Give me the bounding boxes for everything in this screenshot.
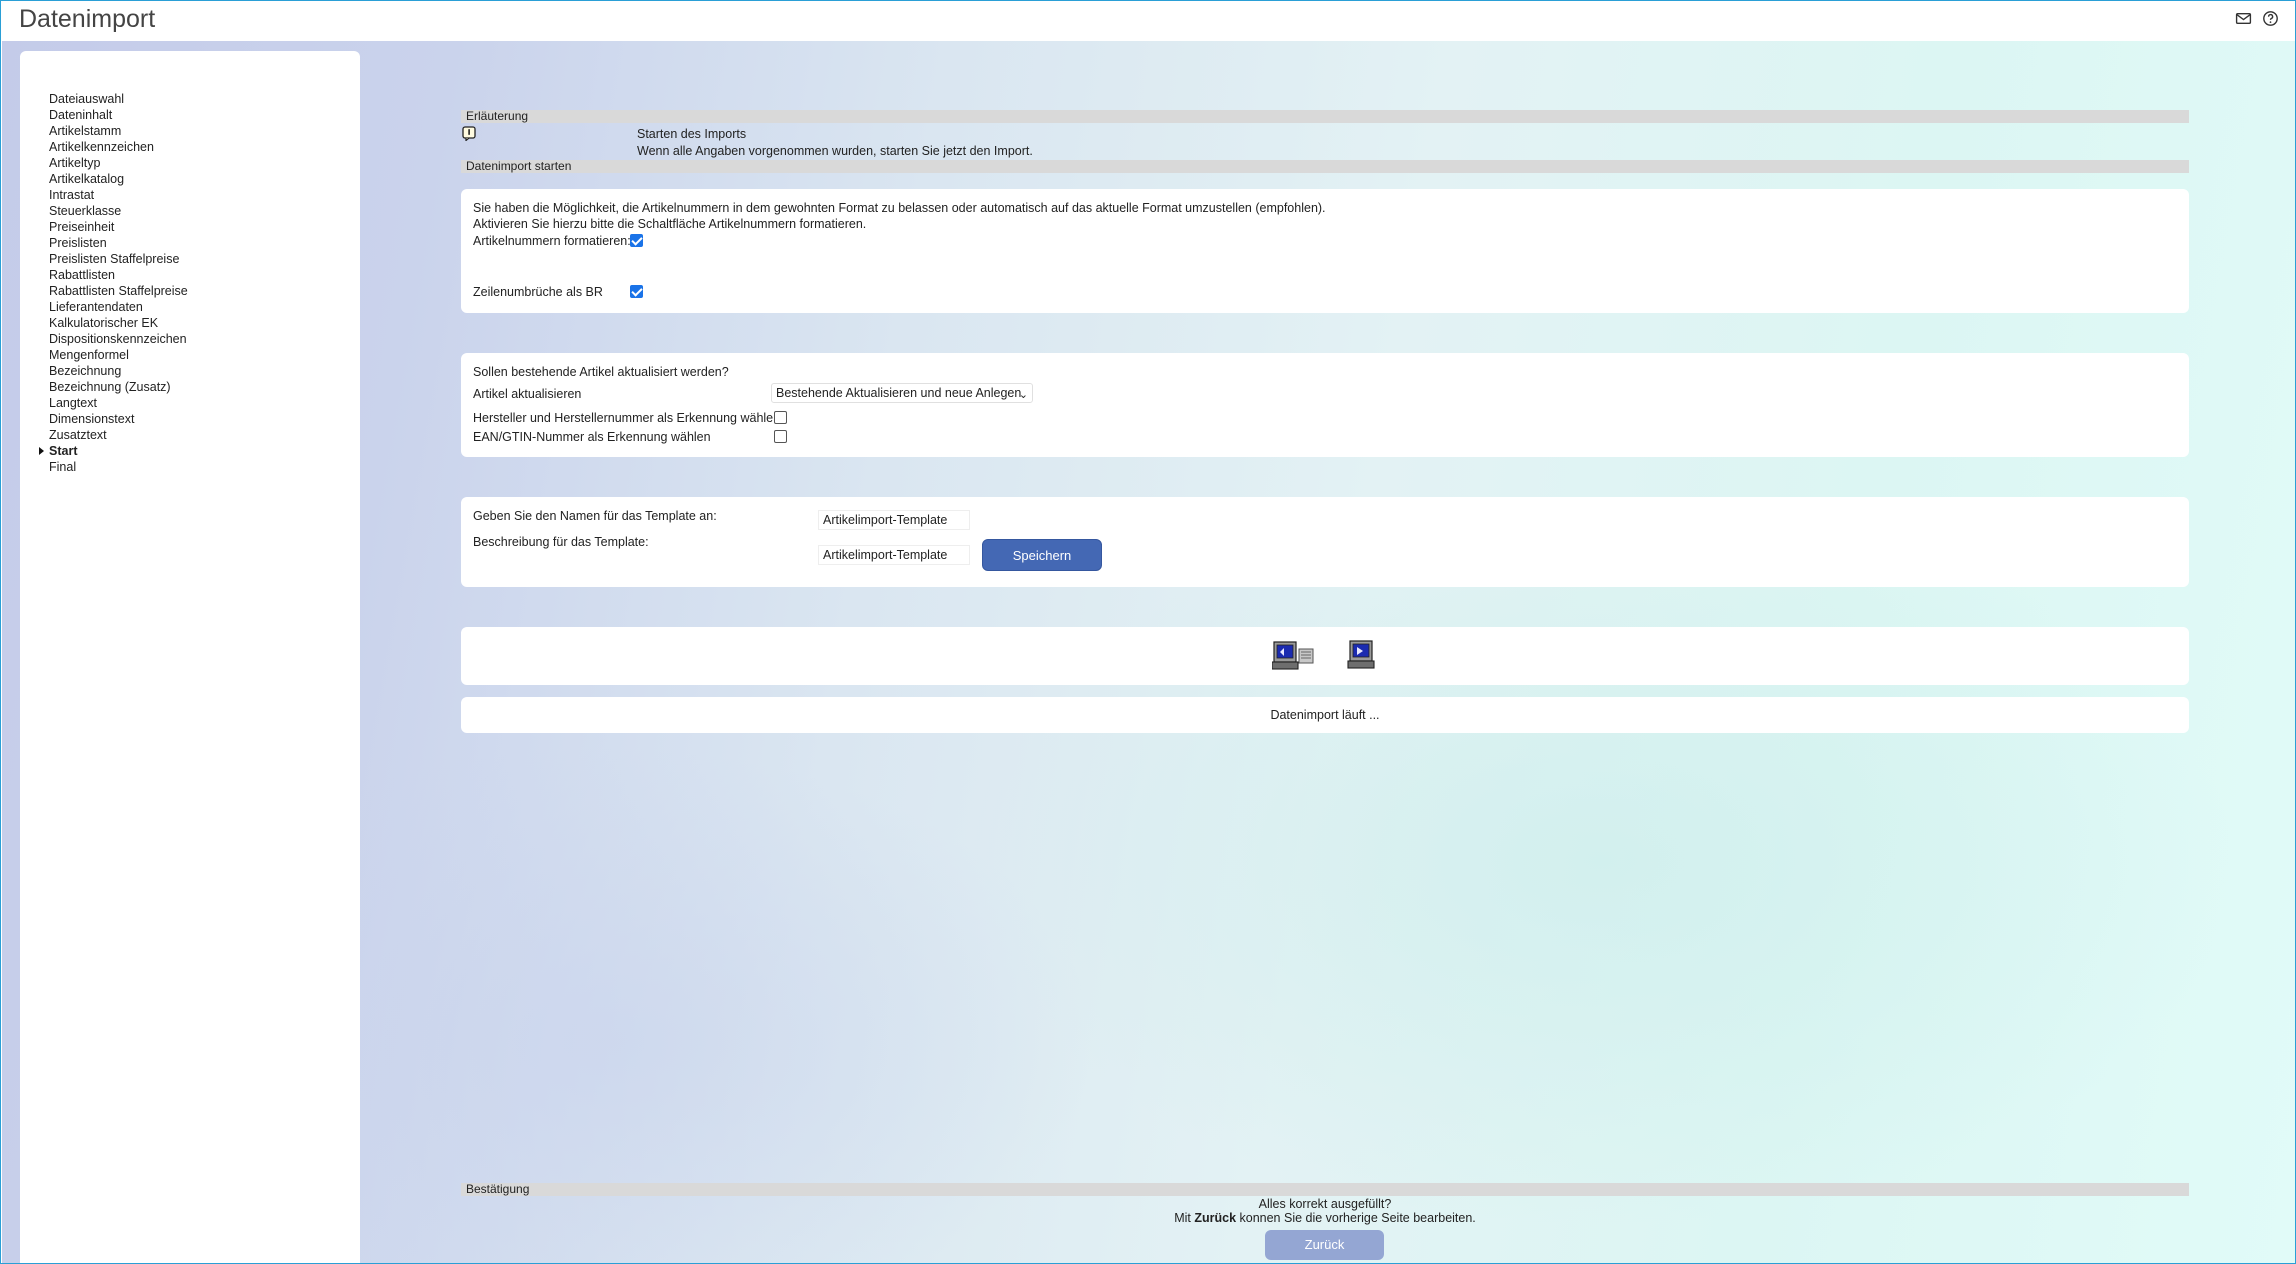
linebreak-br-checkbox[interactable] [630,285,643,298]
sidebar-item-preislisten[interactable]: Preislisten [20,235,360,251]
format-article-numbers-label: Artikelnummern formatieren: [473,234,631,248]
sidebar-item-label: Dateninhalt [49,108,113,122]
sidebar-item-label: Final [49,460,77,474]
back-button[interactable]: Zurück [1265,1230,1384,1260]
sidebar-item-label: Dispositionskennzeichen [49,332,187,346]
sidebar-item-zusatztext[interactable]: Zusatztext [20,427,360,443]
sidebar-item-artikelkatalog[interactable]: Artikelkatalog [20,171,360,187]
sidebar-item-kalkulatorischer-ek[interactable]: Kalkulatorischer EK [20,315,360,331]
chevron-down-icon: ⌄ [1018,389,1028,401]
sidebar-item-rabattlisten-staffelpreise[interactable]: Rabattlisten Staffelpreise [20,283,360,299]
sidebar-item-label: Langtext [49,396,97,410]
computer-target-icon [1347,640,1375,669]
sidebar-item-steuerklasse[interactable]: Steuerklasse [20,203,360,219]
sidebar-item-preiseinheit[interactable]: Preiseinheit [20,219,360,235]
header-actions [2235,10,2279,27]
update-card: Sollen bestehende Artikel aktualisiert w… [461,353,2189,457]
sidebar-item-label: Preiseinheit [49,220,115,234]
format-article-numbers-checkbox[interactable] [630,234,643,247]
sidebar-item-bezeichnung-zusatz[interactable]: Bezeichnung (Zusatz) [20,379,360,395]
sidebar-item-label: Artikelkatalog [49,172,125,186]
import-animation-card [461,627,2189,685]
sidebar-item-mengenformel[interactable]: Mengenformel [20,347,360,363]
wizard-steps: Dateiauswahl Dateninhalt Artikelstamm Artik… [20,91,360,475]
sidebar-item-bezeichnung[interactable]: Bezeichnung [20,363,360,379]
sidebar-item-lieferantendaten[interactable]: Lieferantendaten [20,299,360,315]
explanation-header: Erläuterung [461,110,2189,123]
ean-match-checkbox[interactable] [774,430,787,443]
sidebar-item-artikeltyp[interactable]: Artikeltyp [20,155,360,171]
confirmation-hint-bold: Zurück [1194,1211,1237,1225]
info-icon [462,126,476,141]
sidebar-item-preislisten-staffelpreise[interactable]: Preislisten Staffelpreise [20,251,360,267]
sidebar-item-label: Preislisten Staffelpreise [49,252,180,266]
sidebar-item-label: Preislisten [49,236,107,250]
import-status-text: Datenimport läuft ... [1270,708,1380,722]
sidebar: Dateiauswahl Dateninhalt Artikelstamm Artik… [20,51,360,1263]
help-icon[interactable] [2262,10,2279,27]
sidebar-item-langtext[interactable]: Langtext [20,395,360,411]
sidebar-item-label: Rabattlisten Staffelpreise [49,284,188,298]
update-articles-label: Artikel aktualisieren [473,387,582,401]
sidebar-item-label: Bezeichnung [49,364,122,378]
confirmation-hint: Mit Zurück konnen Sie die vorherige Seit… [461,1211,2189,1225]
update-question: Sollen bestehende Artikel aktualisiert w… [473,365,729,379]
explanation-title: Starten des Imports [637,127,747,141]
template-name-label: Geben Sie den Namen für das Template an: [473,509,717,523]
explanation-text: Wenn alle Angaben vorgenommen wurden, st… [637,144,1033,158]
sidebar-item-label: Steuerklasse [49,204,122,218]
sidebar-item-label: Intrastat [49,188,95,202]
sidebar-item-start[interactable]: Start [20,443,360,459]
sidebar-item-intrastat[interactable]: Intrastat [20,187,360,203]
sidebar-item-label: Artikelstamm [49,124,122,138]
confirmation-header: Bestätigung [461,1183,2189,1196]
format-card: Sie haben die Möglichkeit, die Artikelnu… [461,189,2189,313]
update-articles-select[interactable]: Bestehende Aktualisieren und neue Anlege… [771,383,1033,403]
sidebar-item-dispositionskennzeichen[interactable]: Dispositionskennzeichen [20,331,360,347]
title-bar: Datenimport [1,1,2295,41]
sidebar-item-label: Kalkulatorischer EK [49,316,159,330]
confirmation-hint-prefix: Mit [1174,1211,1195,1225]
app-window: Datenimport Dateiauswahl Dateninhalt Artik… [0,0,2296,1264]
confirmation-question: Alles korrekt ausgefüllt? [1258,1197,1392,1211]
format-info-line2: Aktivieren Sie hierzu bitte die Schaltfl… [473,217,867,231]
ean-match-label: EAN/GTIN-Nummer als Erkennung wählen [473,430,711,444]
template-name-input[interactable]: Artikelimport-Template [818,510,970,530]
sidebar-item-label: Artikelkennzeichen [49,140,154,154]
confirmation-hint-suffix: konnen Sie die vorherige Seite bearbeite… [1236,1211,1476,1225]
sidebar-item-label: Zusatztext [49,428,107,442]
format-info-line1: Sie haben die Möglichkeit, die Artikelnu… [473,201,1326,215]
template-card: Geben Sie den Namen für das Template an:… [461,497,2189,587]
workspace: Dateiauswahl Dateninhalt Artikelstamm Artik… [2,41,2295,1263]
sidebar-item-label: Artikeltyp [49,156,101,170]
update-articles-selected: Bestehende Aktualisieren und neue Anlege… [776,386,1022,400]
sidebar-item-label: Bezeichnung (Zusatz) [49,380,171,394]
current-step-arrow-icon [39,447,44,455]
sidebar-item-dateiauswahl[interactable]: Dateiauswahl [20,91,360,107]
save-template-button[interactable]: Speichern [982,539,1102,571]
sidebar-item-dateninhalt[interactable]: Dateninhalt [20,107,360,123]
sidebar-item-rabattlisten[interactable]: Rabattlisten [20,267,360,283]
start-section-header: Datenimport starten [461,160,2189,173]
linebreak-br-label: Zeilenumbrüche als BR [473,285,603,299]
sidebar-item-label: Dimensionstext [49,412,135,426]
page-title: Datenimport [19,5,156,33]
computer-source-icon [1272,641,1314,670]
sidebar-item-artikelstamm[interactable]: Artikelstamm [20,123,360,139]
sidebar-item-label: Mengenformel [49,348,129,362]
sidebar-item-artikelkennzeichen[interactable]: Artikelkennzeichen [20,139,360,155]
template-description-label: Beschreibung für das Template: [473,535,649,549]
sidebar-item-label: Lieferantendaten [49,300,143,314]
template-description-input[interactable]: Artikelimport-Template [818,545,970,565]
sidebar-item-label: Start [49,444,78,458]
sidebar-item-label: Rabattlisten [49,268,116,282]
manufacturer-match-label: Hersteller und Herstellernummer als Erke… [473,411,781,425]
sidebar-item-final[interactable]: Final [20,459,360,475]
mail-icon[interactable] [2235,10,2252,27]
sidebar-item-label: Dateiauswahl [49,92,125,106]
import-status-card: Datenimport läuft ... [461,697,2189,733]
manufacturer-match-checkbox[interactable] [774,411,787,424]
sidebar-item-dimensionstext[interactable]: Dimensionstext [20,411,360,427]
